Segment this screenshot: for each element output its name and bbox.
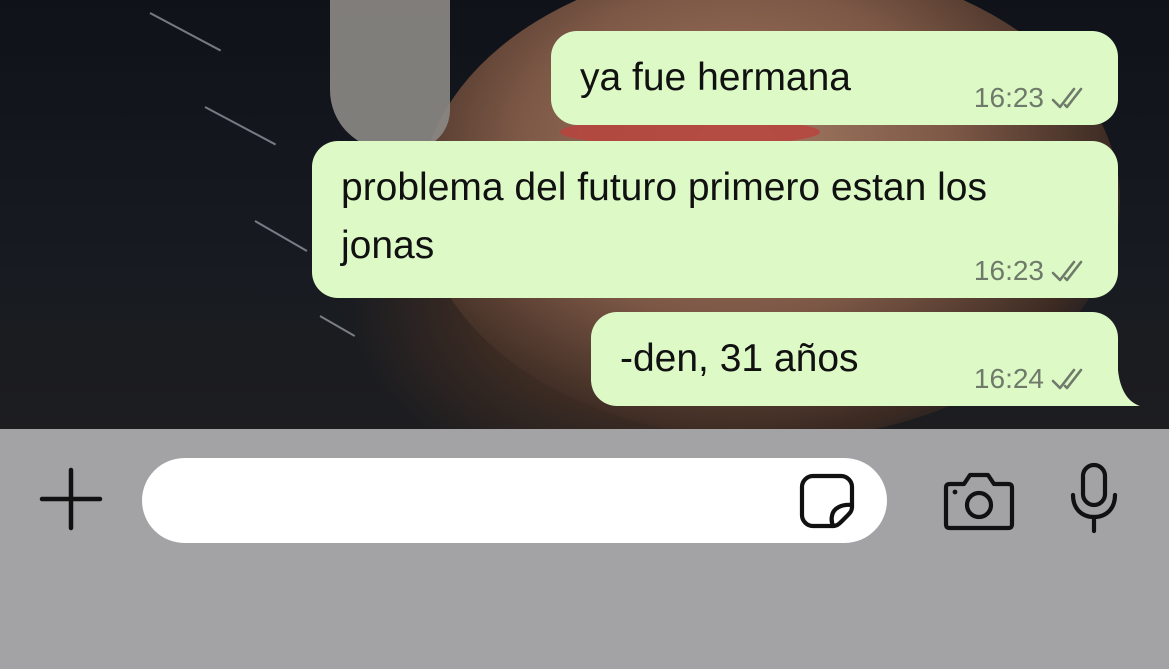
message-time: 16:23 [973, 255, 1044, 286]
message-time: 16:23 [973, 82, 1044, 113]
chat-wallpaper: ya fue hermana 16:23 problema del futuro… [0, 0, 1169, 429]
attach-button[interactable] [38, 466, 104, 532]
outgoing-message-bubble[interactable]: ya fue hermana 16:23 [551, 31, 1118, 125]
microphone-button[interactable] [1062, 460, 1126, 536]
microphone-icon [1070, 462, 1118, 534]
double-check-icon [1051, 87, 1083, 109]
sticker-button[interactable] [794, 468, 860, 534]
bubble-tail [1100, 370, 1140, 406]
camera-icon [943, 472, 1015, 531]
message-meta: 16:23 [974, 83, 1090, 113]
chat-screen: ya fue hermana 16:23 problema del futuro… [0, 0, 1169, 669]
double-check-icon [1051, 368, 1083, 390]
plus-icon [39, 467, 103, 531]
outgoing-message-bubble[interactable]: -den, 31 años 16:24 [591, 312, 1118, 406]
message-time: 16:24 [973, 363, 1044, 394]
outgoing-message-bubble[interactable]: problema del futuro primero estan los jo… [312, 141, 1118, 298]
wallpaper-detail [319, 315, 356, 337]
wallpaper-detail [330, 0, 450, 150]
wallpaper-detail [254, 220, 308, 252]
camera-button[interactable] [940, 468, 1018, 534]
sticker-icon [799, 473, 855, 529]
double-check-icon [1051, 260, 1083, 282]
message-meta: 16:23 [974, 256, 1090, 286]
wallpaper-detail [149, 12, 222, 52]
wallpaper-detail [204, 106, 277, 146]
message-meta: 16:24 [974, 364, 1090, 394]
message-input[interactable] [142, 458, 887, 543]
